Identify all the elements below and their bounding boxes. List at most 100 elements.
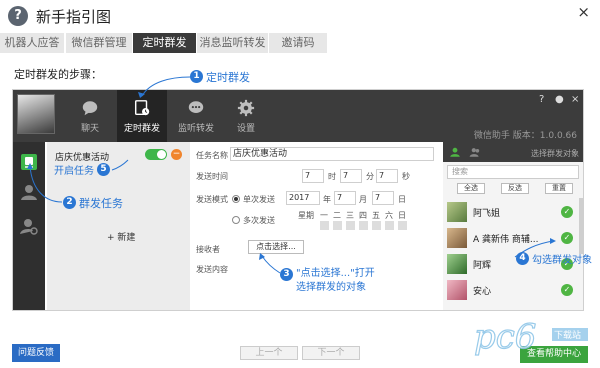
content-label: 发送内容: [196, 265, 228, 274]
check-icon[interactable]: ✓: [561, 284, 573, 296]
listen-icon: [188, 101, 204, 113]
weekday-mon: 一: [320, 211, 328, 220]
contact-name: 阿飞姐: [473, 209, 501, 219]
remove-task-button[interactable]: −: [171, 149, 182, 160]
choose-receiver-button[interactable]: 点击选择...: [248, 240, 304, 254]
weekday-checkbox[interactable]: [346, 221, 355, 230]
help-icon: ?: [8, 6, 28, 26]
app-top-bar: 聊天 定时群发 监听转发 设置 ? ● × 微信助手 版本：1.0.0.66: [13, 90, 583, 142]
tab-bar: 机器人应答 微信群管理 定时群发 消息监听转发 邀请码: [0, 33, 600, 55]
title-bar: ? 新手指引图 ×: [0, 0, 600, 32]
user-settings-icon[interactable]: [19, 216, 39, 236]
nav-chat[interactable]: 聊天: [65, 90, 115, 142]
weekday-checkbox[interactable]: [372, 221, 381, 230]
tab-timed-send[interactable]: 定时群发: [133, 33, 196, 53]
user-icon[interactable]: [19, 182, 39, 202]
contact-avatar: [447, 254, 467, 274]
weekday-checkbox[interactable]: [385, 221, 394, 230]
check-icon[interactable]: ✓: [561, 232, 573, 244]
nav-chat-label: 聊天: [80, 124, 99, 134]
app-help-button[interactable]: ?: [539, 94, 544, 105]
once-radio[interactable]: [232, 195, 240, 203]
weekday-wed: 三: [346, 211, 354, 220]
contact-scrollbar[interactable]: [579, 198, 583, 254]
next-button[interactable]: 下一个: [302, 346, 360, 360]
multi-radio[interactable]: [232, 216, 240, 224]
weekday-label: 星期: [298, 211, 314, 220]
hour-input[interactable]: 7: [302, 169, 324, 183]
check-icon[interactable]: ✓: [561, 206, 573, 218]
group-icon[interactable]: [469, 146, 481, 158]
chat-icon: [82, 101, 98, 116]
contact-name: 安心: [473, 287, 492, 297]
day-input[interactable]: 7: [372, 191, 394, 205]
new-task-button[interactable]: + 新建: [107, 230, 135, 243]
tab-invite-code[interactable]: 邀请码: [269, 33, 327, 53]
weekday-tue: 二: [333, 211, 341, 220]
contact-avatar: [447, 228, 467, 248]
task-toggle[interactable]: [145, 149, 167, 160]
task-name-label: 任务名称: [196, 151, 228, 160]
month-input[interactable]: 7: [334, 191, 356, 205]
select-all-button[interactable]: 全选: [457, 183, 485, 194]
tab-message-forward[interactable]: 消息监听转发: [197, 33, 268, 53]
user-avatar: [17, 94, 55, 134]
prev-button[interactable]: 上一个: [240, 346, 298, 360]
target-header-title: 选择群发对象: [531, 149, 579, 158]
contact-row[interactable]: 安心 ✓: [443, 278, 577, 302]
step-3-badge: 3: [280, 268, 293, 281]
day-unit: 日: [398, 195, 406, 204]
weekday-checkbox[interactable]: [398, 221, 407, 230]
tab-robot-reply[interactable]: 机器人应答: [0, 33, 64, 53]
app-sidebar: [13, 142, 45, 310]
contact-row[interactable]: A 龚新伟 商辅... ✓: [443, 226, 577, 250]
step-5-badge: 5: [97, 163, 110, 176]
svg-text:pc6: pc6: [474, 317, 536, 357]
weekday-sat: 六: [385, 211, 393, 220]
send-mode-label: 发送模式: [196, 195, 228, 204]
year-input[interactable]: 2017: [286, 191, 320, 205]
nav-listen[interactable]: 监听转发: [171, 90, 221, 142]
multi-label: 多次发送: [243, 216, 275, 225]
step-2-label: 群发任务: [79, 197, 123, 210]
step-4-label: 勾选群发对象: [532, 255, 592, 266]
app-minimize-button[interactable]: ●: [555, 94, 564, 105]
weekday-checkbox[interactable]: [320, 221, 329, 230]
weekday-checkbox[interactable]: [359, 221, 368, 230]
tab-group-manage[interactable]: 微信群管理: [66, 33, 132, 53]
nav-timed-send-label: 定时群发: [123, 124, 160, 134]
send-time-label: 发送时间: [196, 172, 228, 181]
nav-listen-label: 监听转发: [177, 124, 214, 134]
minute-unit: 分: [366, 172, 374, 181]
step-1-label: 定时群发: [206, 71, 250, 84]
settings-icon: [237, 99, 255, 117]
second-input[interactable]: 7: [376, 169, 398, 183]
contact-name: A 龚新伟 商辅...: [473, 235, 539, 245]
target-pane: 选择群发对象 搜索 全选 反选 重置 阿飞姐 ✓ A 龚新伟 商辅... ✓ 阿…: [443, 142, 583, 310]
contact-name: 阿辉: [473, 261, 492, 271]
minute-input[interactable]: 7: [340, 169, 362, 183]
weekday-checkbox[interactable]: [333, 221, 342, 230]
feedback-button[interactable]: 问题反馈: [12, 344, 60, 362]
step-5-label: 开启任务: [54, 166, 94, 177]
invert-select-button[interactable]: 反选: [501, 183, 529, 194]
weekday-fri: 五: [372, 211, 380, 220]
weekday-thu: 四: [359, 211, 367, 220]
contact-avatar: [447, 202, 467, 222]
step-4-badge: 4: [516, 252, 529, 265]
task-name-input[interactable]: 店庆优惠活动: [230, 147, 434, 161]
svg-text:下载站: 下载站: [554, 329, 581, 341]
reset-button[interactable]: 重置: [545, 183, 573, 194]
contact-avatar: [447, 280, 467, 300]
user-icon[interactable]: [449, 146, 461, 158]
receiver-label: 接收者: [196, 245, 220, 254]
nav-timed-send[interactable]: 定时群发: [117, 90, 167, 142]
steps-title: 定时群发的步骤：: [14, 68, 102, 81]
step-1-badge: 1: [190, 70, 203, 83]
contact-search-input[interactable]: 搜索: [447, 165, 579, 179]
app-close-button[interactable]: ×: [571, 94, 579, 105]
close-button[interactable]: ×: [577, 3, 590, 21]
contact-row[interactable]: 阿飞姐 ✓: [443, 200, 577, 224]
nav-settings[interactable]: 设置: [221, 90, 271, 142]
task-list-icon[interactable]: [19, 152, 39, 172]
